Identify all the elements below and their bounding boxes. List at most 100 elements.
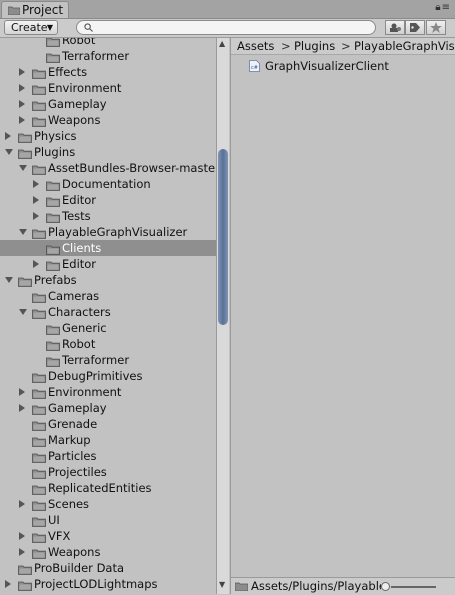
tree-item-label: Environment xyxy=(48,385,122,399)
tree-item[interactable]: Cameras xyxy=(0,288,216,304)
expand-arrow-closed-icon[interactable] xyxy=(33,196,39,204)
tree-item[interactable]: UI xyxy=(0,512,216,528)
search-icon xyxy=(84,23,93,32)
tree-item-label: Particles xyxy=(48,449,97,463)
expand-arrow-open-icon[interactable] xyxy=(5,277,13,283)
expand-arrow-closed-icon[interactable] xyxy=(19,116,25,124)
tree-item[interactable]: Characters xyxy=(0,304,216,320)
window-controls: 🔒︎≡ xyxy=(435,2,451,13)
tree-item[interactable]: Gameplay xyxy=(0,96,216,112)
tree-item[interactable]: Weapons xyxy=(0,544,216,560)
expand-arrow-open-icon[interactable] xyxy=(19,309,27,315)
tree-item[interactable]: Robot xyxy=(0,38,216,48)
folder-icon xyxy=(32,67,46,79)
dropdown-arrow-icon: ▼ xyxy=(46,23,53,32)
tree-item-label: Terraformer xyxy=(62,49,130,63)
expand-arrow-closed-icon[interactable] xyxy=(19,100,25,108)
tree-item[interactable]: Scenes xyxy=(0,496,216,512)
tree-item[interactable]: ProjectLODLightmaps xyxy=(0,576,216,592)
tree-item[interactable]: Particles xyxy=(0,448,216,464)
folder-icon xyxy=(32,371,46,383)
breadcrumb-separator-icon: > xyxy=(341,39,351,53)
folder-icon xyxy=(18,275,32,287)
menu-icon[interactable]: ≡ xyxy=(442,2,451,13)
tree-item[interactable]: Projectiles xyxy=(0,464,216,480)
tree-item-label: Environment xyxy=(48,81,122,95)
tree-item[interactable]: PlayableGraphVisualizer xyxy=(0,224,216,240)
search-by-label-button[interactable] xyxy=(405,20,425,35)
tree-item[interactable]: Environment xyxy=(0,384,216,400)
expand-arrow-closed-icon[interactable] xyxy=(19,388,25,396)
tree-item-label: Gameplay xyxy=(48,401,107,415)
tree-item-label: Editor xyxy=(62,257,97,271)
search-input[interactable] xyxy=(76,20,376,35)
tree-item[interactable]: Generic xyxy=(0,320,216,336)
expand-arrow-closed-icon[interactable] xyxy=(33,180,39,188)
tree-item[interactable]: Clients xyxy=(0,240,216,256)
zoom-slider-handle[interactable] xyxy=(381,582,390,591)
tree-item[interactable]: Gameplay xyxy=(0,400,216,416)
zoom-slider[interactable] xyxy=(391,586,436,588)
expand-arrow-open-icon[interactable] xyxy=(5,149,13,155)
expand-arrow-open-icon[interactable] xyxy=(19,165,27,171)
expand-arrow-closed-icon[interactable] xyxy=(19,68,25,76)
tree-item[interactable]: Terraformer xyxy=(0,48,216,64)
folder-icon xyxy=(46,323,60,335)
breadcrumb-item[interactable]: Assets xyxy=(237,38,274,54)
expand-arrow-closed-icon[interactable] xyxy=(19,500,25,508)
tree-item[interactable]: Plugins xyxy=(0,144,216,160)
tree-item[interactable]: ReplicatedEntities xyxy=(0,480,216,496)
tree-item[interactable]: Robot xyxy=(0,336,216,352)
tree-item[interactable]: Effects xyxy=(0,64,216,80)
tree-item[interactable]: Markup xyxy=(0,432,216,448)
create-button[interactable]: Create ▼ xyxy=(4,20,58,35)
tree-item[interactable]: Weapons xyxy=(0,112,216,128)
tree-item[interactable]: AssetBundles-Browser-master xyxy=(0,160,216,176)
breadcrumb-item[interactable]: PlayableGraphVisualizer xyxy=(354,38,455,54)
tree-scrollbar[interactable]: ▲ ▼ xyxy=(216,38,229,594)
create-label: Create xyxy=(11,21,48,34)
tree-item[interactable]: ProBuilder Data xyxy=(0,560,216,576)
expand-arrow-open-icon[interactable] xyxy=(19,229,27,235)
expand-arrow-closed-icon[interactable] xyxy=(19,404,25,412)
tree-item[interactable]: Editor xyxy=(0,192,216,208)
folder-icon xyxy=(32,403,46,415)
tree-item[interactable]: VFX xyxy=(0,528,216,544)
expand-arrow-closed-icon[interactable] xyxy=(5,580,11,588)
breadcrumb: Assets > Plugins > PlayableGraphVisualiz… xyxy=(231,38,455,55)
scroll-up-icon[interactable]: ▲ xyxy=(219,39,225,48)
tree-item-label: PlayableGraphVisualizer xyxy=(48,225,188,239)
expand-arrow-closed-icon[interactable] xyxy=(33,260,39,268)
tree-item[interactable]: Environment xyxy=(0,80,216,96)
expand-arrow-closed-icon[interactable] xyxy=(19,532,25,540)
project-tab[interactable]: Project xyxy=(1,1,69,18)
tree-item[interactable]: Physics xyxy=(0,128,216,144)
tree-item[interactable]: Documentation xyxy=(0,176,216,192)
scrollbar-thumb[interactable] xyxy=(218,149,228,325)
tree-item[interactable]: Prefabs xyxy=(0,272,216,288)
tree-item[interactable]: Tests xyxy=(0,208,216,224)
expand-arrow-closed-icon[interactable] xyxy=(5,132,11,140)
tree-item[interactable]: DebugPrimitives xyxy=(0,368,216,384)
folder-tree[interactable]: Robot Terraformer Effects Environment Gamepl… xyxy=(0,38,216,594)
label-tag-icon xyxy=(410,23,420,32)
breadcrumb-item[interactable]: Plugins xyxy=(294,38,335,54)
csharp-script-icon: c# xyxy=(249,60,260,72)
expand-arrow-closed-icon[interactable] xyxy=(19,84,25,92)
folder-icon xyxy=(46,339,60,351)
tree-item-label: Grenade xyxy=(48,417,98,431)
tree-item-label: Weapons xyxy=(48,113,101,127)
tree-item[interactable]: Editor xyxy=(0,256,216,272)
folder-icon xyxy=(46,211,60,223)
selected-path: Assets/Plugins/PlayableGraphVisualizer/C… xyxy=(251,579,381,593)
tree-item[interactable]: Grenade xyxy=(0,416,216,432)
folder-icon xyxy=(32,387,46,399)
tree-item[interactable]: Terraformer xyxy=(0,352,216,368)
search-by-type-button[interactable] xyxy=(385,20,405,35)
expand-arrow-closed-icon[interactable] xyxy=(19,548,25,556)
favorites-button[interactable] xyxy=(426,20,446,35)
tree-item-label: VFX xyxy=(48,529,71,543)
scroll-down-icon[interactable]: ▼ xyxy=(219,580,225,589)
folder-icon xyxy=(32,499,46,511)
expand-arrow-closed-icon[interactable] xyxy=(33,212,39,220)
